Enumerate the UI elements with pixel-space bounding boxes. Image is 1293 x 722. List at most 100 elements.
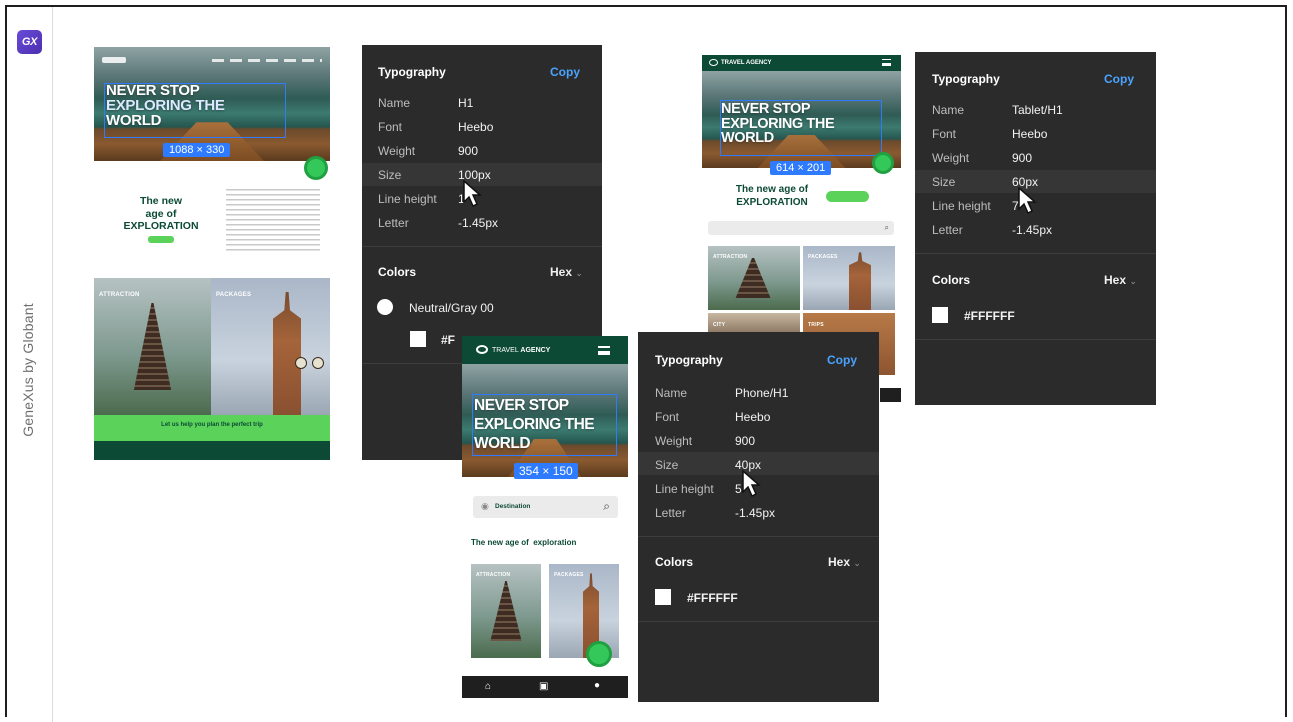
- row-value-weight[interactable]: 900: [458, 144, 478, 158]
- location-pin-icon: ◉: [481, 501, 489, 511]
- color-swatch-square[interactable]: [932, 307, 948, 323]
- panel-divider-bottom: [638, 621, 879, 622]
- row-value-letter[interactable]: -1.45px: [735, 506, 775, 520]
- panel-divider: [638, 536, 879, 537]
- copy-button[interactable]: Copy: [550, 65, 580, 79]
- phone-chat-bubble-icon[interactable]: [586, 641, 612, 667]
- hex-format-dropdown[interactable]: Hex ⌄: [550, 265, 583, 279]
- hex-format-dropdown[interactable]: Hex ⌄: [1104, 273, 1137, 287]
- color-swatch-circle[interactable]: [377, 299, 393, 315]
- color-hex-value: #FFFFFF: [964, 309, 1015, 323]
- tablet-typography-panel: Typography Copy Name Tablet/H1 Font Heeb…: [915, 52, 1156, 405]
- row-label-letter: Letter: [932, 223, 963, 237]
- color-swatch-square[interactable]: [655, 589, 671, 605]
- row-label-letter: Letter: [378, 216, 409, 230]
- desktop-paragraph-lines: [226, 189, 320, 251]
- desktop-hero-title: NEVER STOP EXPLORING THE WORLD: [106, 82, 225, 129]
- row-label-weight: Weight: [932, 151, 970, 165]
- row-label-letter: Letter: [655, 506, 686, 520]
- phone-tile-packages[interactable]: PACKAGES: [549, 564, 619, 658]
- phone-logo-icon: [476, 345, 488, 354]
- tablet-tile-attraction[interactable]: ATTRACTION: [708, 246, 800, 310]
- row-label-line-height: Line height: [378, 192, 437, 206]
- chat-bubble-icon[interactable]: [304, 156, 328, 180]
- phone-tile-attraction[interactable]: ATTRACTION: [471, 564, 541, 658]
- tablet-search-icon: ⌕: [884, 223, 889, 232]
- colors-heading: Colors: [378, 265, 417, 279]
- row-label-size: Size: [932, 175, 956, 189]
- row-label-font: Font: [932, 127, 957, 141]
- phone-dimension-badge: 354 × 150: [514, 463, 578, 479]
- typography-heading: Typography: [932, 72, 1000, 86]
- phone-hero-title: NEVER STOP EXPLORING THE WORLD: [474, 397, 595, 452]
- color-hex-value: #FFFFFF: [687, 591, 738, 605]
- row-label-name: Name: [378, 96, 411, 110]
- phone-mockup: TRAVEL AGENCY NEVER STOP EXPLORING THE W…: [462, 336, 628, 698]
- row-value-font[interactable]: Heebo: [458, 120, 493, 134]
- tablet-dimension-badge: 614 × 201: [770, 161, 832, 175]
- row-value-weight[interactable]: 900: [735, 434, 755, 448]
- hex-format-dropdown[interactable]: Hex ⌄: [828, 555, 861, 569]
- row-label-name: Name: [932, 103, 965, 117]
- phone-app-bar: TRAVEL AGENCY: [462, 336, 628, 364]
- row-value-weight[interactable]: 900: [1012, 151, 1032, 165]
- desktop-tile-attraction[interactable]: ATTRACTION: [94, 278, 211, 415]
- row-label-line-height: Line height: [655, 482, 714, 496]
- copy-button[interactable]: Copy: [827, 353, 857, 367]
- tablet-tile-packages[interactable]: PACKAGES: [803, 246, 895, 310]
- phone-section-title: The new age of exploration: [471, 538, 577, 547]
- tablet-hero-title: NEVER STOP EXPLORING THE WORLD: [721, 101, 835, 146]
- desktop-footer: [94, 441, 330, 460]
- row-value-letter[interactable]: -1.45px: [1012, 223, 1052, 237]
- row-value-name[interactable]: Tablet/H1: [1012, 103, 1063, 117]
- copy-button[interactable]: Copy: [1104, 72, 1134, 86]
- typography-heading: Typography: [655, 353, 723, 367]
- phone-typography-panel: Typography Copy Name Phone/H1 Font Heebo…: [638, 332, 879, 702]
- chevron-down-icon: ⌄: [575, 268, 583, 278]
- desktop-tile-packages[interactable]: PACKAGES: [211, 278, 330, 415]
- row-label-name: Name: [655, 386, 688, 400]
- row-label-weight: Weight: [378, 144, 416, 158]
- home-icon[interactable]: ⌂: [485, 682, 491, 692]
- row-label-font: Font: [378, 120, 403, 134]
- tablet-contact-button[interactable]: [826, 191, 869, 202]
- row-label-line-height: Line height: [932, 199, 991, 213]
- color-token-name: Neutral/Gray 00: [409, 301, 494, 315]
- row-label-size: Size: [655, 458, 679, 472]
- phone-search-bar[interactable]: ◉ Destination ⌕: [473, 496, 618, 518]
- tablet-search-bar[interactable]: ⌕: [708, 221, 894, 235]
- menu-icon[interactable]: [882, 59, 891, 66]
- row-value-name[interactable]: H1: [458, 96, 473, 110]
- color-swatch-square[interactable]: [410, 331, 426, 347]
- phone-search-placeholder: Destination: [495, 503, 531, 510]
- menu-icon[interactable]: [598, 346, 610, 355]
- phone-app-name: TRAVEL AGENCY: [492, 347, 551, 354]
- desktop-cta-banner[interactable]: Let us help you plan the perfect trip: [94, 415, 330, 441]
- row-value-font[interactable]: Heebo: [1012, 127, 1047, 141]
- desktop-section-button[interactable]: [148, 236, 174, 243]
- row-value-letter[interactable]: -1.45px: [458, 216, 498, 230]
- search-icon[interactable]: ⌕: [603, 499, 610, 514]
- profile-icon[interactable]: ●: [594, 681, 600, 691]
- genexus-logo: GX: [17, 30, 42, 54]
- typography-heading: Typography: [378, 65, 446, 79]
- desktop-nav-links: [212, 59, 322, 62]
- row-label-weight: Weight: [655, 434, 693, 448]
- row-label-size: Size: [378, 168, 402, 182]
- panel-divider: [362, 246, 602, 247]
- desktop-mockup: NEVER STOP EXPLORING THE WORLD 1088 × 33…: [94, 47, 330, 460]
- tablet-tile-city[interactable]: CITY: [708, 313, 800, 333]
- phone-bottom-nav: ⌂ ▣ ●: [462, 676, 628, 698]
- tablet-logo-icon: [709, 59, 718, 66]
- desktop-section-title: The new age of EXPLORATION: [123, 195, 199, 233]
- tablet-chat-bubble-icon[interactable]: [872, 152, 894, 174]
- row-label-font: Font: [655, 410, 680, 424]
- row-value-name[interactable]: Phone/H1: [735, 386, 788, 400]
- panel-divider-bottom: [915, 339, 1156, 340]
- desktop-logo: [102, 57, 126, 63]
- row-value-font[interactable]: Heebo: [735, 410, 770, 424]
- sidebar-divider: [52, 7, 53, 722]
- chevron-down-icon: ⌄: [853, 558, 861, 568]
- calendar-icon[interactable]: ▣: [539, 682, 548, 692]
- chevron-down-icon: ⌄: [1129, 276, 1137, 286]
